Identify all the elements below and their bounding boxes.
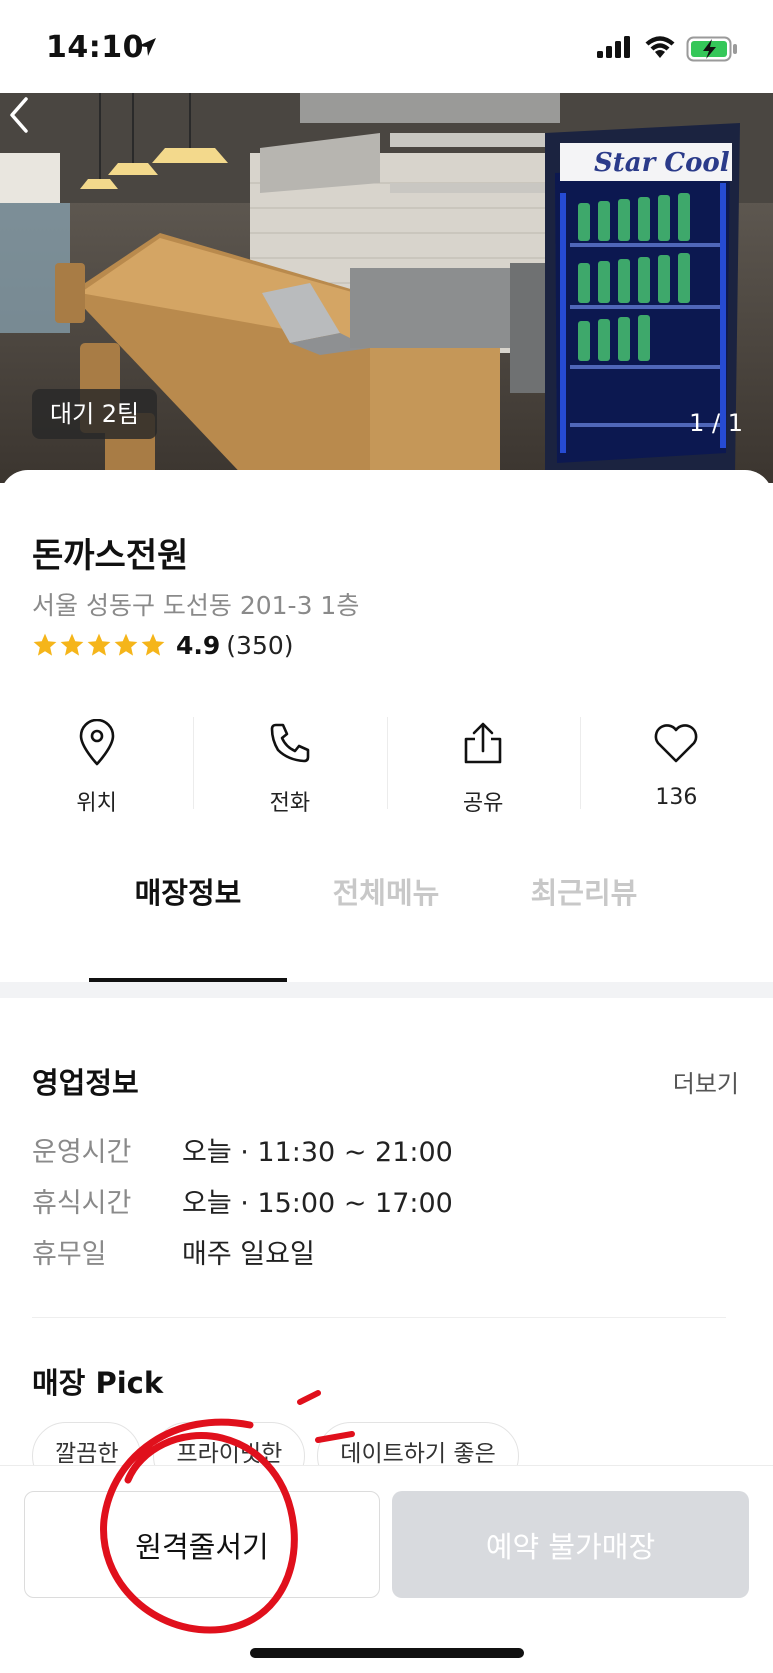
- cellular-signal-icon: [597, 36, 630, 58]
- business-info-title: 영업정보: [32, 1066, 139, 1100]
- call-button[interactable]: 전화: [193, 715, 386, 825]
- reservation-unavailable-button: 예약 불가매장: [392, 1491, 749, 1598]
- call-label: 전화: [269, 791, 311, 816]
- break-time-label: 휴식시간: [32, 1188, 132, 1219]
- review-count: (350): [226, 630, 294, 660]
- phone-icon: [270, 723, 310, 763]
- fridge-sign: Star Cool: [594, 148, 730, 178]
- tab-recent-reviews[interactable]: 최근리뷰: [485, 870, 683, 950]
- back-chevron-icon[interactable]: [0, 93, 40, 137]
- store-photo[interactable]: Star Cool 대기 2팀 1 / 1: [0, 93, 773, 483]
- location-arrow-icon: [138, 38, 156, 56]
- closed-day-value: 매주 일요일: [182, 1239, 315, 1270]
- home-indicator: [250, 1648, 524, 1658]
- break-time-value: 오늘 · 15:00 ~ 17:00: [182, 1188, 453, 1219]
- heart-icon: [655, 724, 698, 763]
- hours-row: 운영시간 오늘 · 11:30 ~ 21:00: [32, 1130, 453, 1170]
- status-bar: 14:10: [0, 0, 773, 93]
- remote-queue-button[interactable]: 원격줄서기: [24, 1491, 380, 1598]
- star-icon: [141, 633, 165, 656]
- closed-day-row: 휴무일 매주 일요일: [32, 1232, 315, 1272]
- star-icon: [60, 633, 84, 656]
- star-icon: [114, 633, 138, 656]
- bottom-action-bar: 원격줄서기 예약 불가매장: [0, 1465, 773, 1673]
- favorite-count: 136: [655, 785, 698, 810]
- tab-full-menu[interactable]: 전체메뉴: [287, 870, 485, 950]
- store-address: 서울 성동구 도선동 201-3 1층: [32, 591, 360, 620]
- more-link[interactable]: 더보기: [673, 1064, 739, 1099]
- hours-label: 운영시간: [32, 1137, 132, 1168]
- hours-value: 오늘 · 11:30 ~ 21:00: [182, 1137, 453, 1168]
- wait-count-badge: 대기 2팀: [32, 389, 158, 439]
- location-label: 위치: [76, 791, 117, 816]
- location-pin-icon: [79, 719, 114, 766]
- status-time: 14:10: [46, 30, 144, 65]
- star-icon: [33, 633, 57, 656]
- rating-value: 4.9: [176, 630, 221, 660]
- star-rating: [32, 632, 166, 658]
- share-button[interactable]: 공유: [386, 715, 580, 825]
- store-name: 돈까스전원: [32, 536, 189, 576]
- rating-row[interactable]: 4.9 (350): [32, 628, 294, 662]
- favorite-button[interactable]: 136: [579, 715, 773, 825]
- tab-store-info[interactable]: 매장정보: [89, 870, 287, 950]
- star-icon: [87, 633, 111, 656]
- location-button[interactable]: 위치: [0, 715, 193, 825]
- divider: [32, 1317, 726, 1318]
- section-divider: [0, 982, 773, 998]
- photo-counter: 1 / 1: [689, 409, 743, 437]
- tab-bar: 매장정보 전체메뉴 최근리뷰: [0, 870, 773, 950]
- wifi-icon: [645, 36, 675, 58]
- closed-day-label: 휴무일: [32, 1239, 107, 1270]
- store-pick-title: 매장 Pick: [32, 1366, 164, 1400]
- battery-charging-icon: [686, 36, 737, 62]
- share-icon: [464, 722, 502, 764]
- action-row: 위치 전화 공유 136: [0, 715, 773, 825]
- break-time-row: 휴식시간 오늘 · 15:00 ~ 17:00: [32, 1181, 453, 1221]
- share-label: 공유: [462, 791, 504, 816]
- store-info-sheet: 돈까스전원 서울 성동구 도선동 201-3 1층 4.9 (350) 위치 전…: [0, 470, 773, 1482]
